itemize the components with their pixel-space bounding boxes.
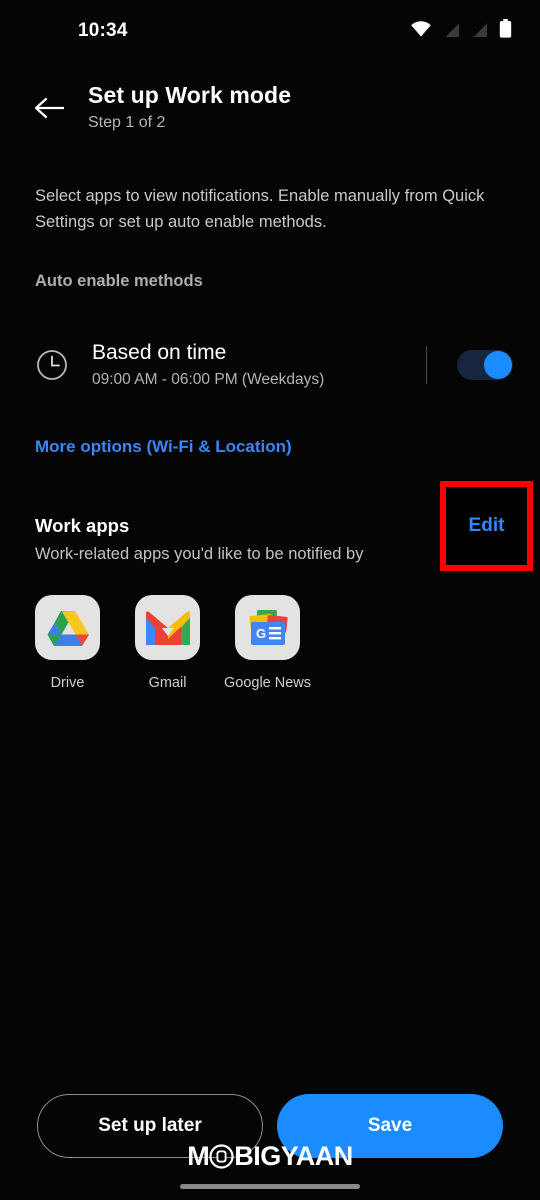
mobigyaan-watermark: M BIGYAAN xyxy=(0,1140,540,1172)
app-item-gmail[interactable]: Gmail xyxy=(135,595,200,691)
edit-button[interactable]: Edit xyxy=(440,481,533,571)
status-bar: 10:34 xyxy=(0,0,540,62)
app-label: Gmail xyxy=(148,675,187,691)
sim-off-icon xyxy=(471,21,488,43)
based-on-time-toggle[interactable] xyxy=(457,350,513,380)
based-on-time-title: Based on time xyxy=(92,341,227,364)
watermark-o-icon xyxy=(209,1143,234,1169)
toggle-thumb xyxy=(484,351,512,379)
phone-screen: 10:34 Set up Work mode Step 1 of 2 Selec… xyxy=(0,0,540,1200)
back-arrow-icon xyxy=(34,96,66,125)
battery-icon xyxy=(499,19,512,43)
more-options-link[interactable]: More options (Wi-Fi & Location) xyxy=(35,437,292,457)
page-step: Step 1 of 2 xyxy=(88,114,166,131)
app-item-drive[interactable]: Drive xyxy=(35,595,100,691)
back-button[interactable] xyxy=(30,90,70,130)
clock-icon xyxy=(35,348,69,382)
gmail-icon xyxy=(135,595,200,660)
based-on-time-texts: Based on time 09:00 AM - 06:00 PM (Weekd… xyxy=(92,341,426,389)
row-divider xyxy=(426,346,427,384)
watermark-text-before: M xyxy=(187,1140,210,1171)
svg-text:G: G xyxy=(256,626,266,641)
google-news-icon: G xyxy=(235,595,300,660)
app-label: Google News xyxy=(223,675,312,691)
work-apps-subtitle: Work-related apps you'd like to be notif… xyxy=(35,545,364,563)
app-label: Drive xyxy=(50,675,85,691)
app-item-google-news[interactable]: G Google News xyxy=(224,595,311,691)
status-time: 10:34 xyxy=(78,20,128,41)
gesture-nav-bar[interactable] xyxy=(180,1184,360,1189)
work-apps-title: Work apps xyxy=(35,515,130,536)
google-drive-icon xyxy=(35,595,100,660)
page-title: Set up Work mode xyxy=(88,82,292,108)
based-on-time-schedule: 09:00 AM - 06:00 PM (Weekdays) xyxy=(92,371,325,388)
work-apps-list: Drive Gmail G Google News xyxy=(35,595,311,691)
auto-enable-section-label: Auto enable methods xyxy=(35,272,203,290)
status-icons xyxy=(410,19,512,43)
sim-off-icon xyxy=(443,21,460,43)
header-titles: Set up Work mode Step 1 of 2 xyxy=(88,82,291,132)
wifi-icon xyxy=(410,20,432,43)
based-on-time-row[interactable]: Based on time 09:00 AM - 06:00 PM (Weekd… xyxy=(0,328,540,402)
watermark-text-after: BIGYAAN xyxy=(234,1140,353,1171)
page-description: Select apps to view notifications. Enabl… xyxy=(35,187,485,231)
